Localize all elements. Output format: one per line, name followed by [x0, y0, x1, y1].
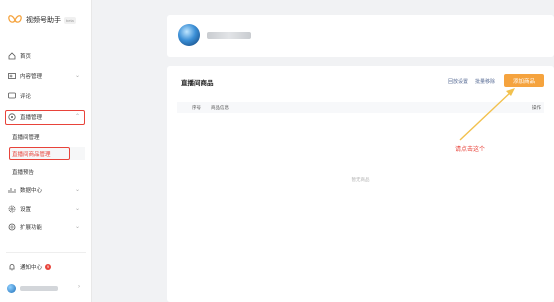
sidebar-subitem-live-room[interactable]: 直播间管理 [12, 131, 40, 142]
batch-remove-link[interactable]: 批量移除 [475, 78, 495, 85]
home-icon [7, 52, 16, 61]
sidebar-item-comments[interactable]: 评论 [7, 90, 85, 102]
live-products-card: 直播间商品 回放设置 批量移除 添加商品 序号 商品信息 操作 暂无商品 [167, 66, 554, 302]
sidebar-item-label: 数据中心 [20, 188, 43, 194]
extension-icon [7, 223, 16, 232]
chevron-down-icon: ⌄ [74, 187, 80, 193]
chart-icon [7, 186, 16, 195]
live-menu-highlight-box [5, 110, 85, 125]
image-icon [7, 72, 16, 81]
sidebar-item-label: 通知中心 [20, 265, 43, 271]
replay-settings-link[interactable]: 回放设置 [448, 78, 468, 85]
app-logo-row[interactable]: 视频号助手 beta [8, 14, 76, 26]
notification-badge: 9 [45, 264, 52, 270]
sidebar-item-label: 首页 [20, 54, 32, 60]
chevron-down-icon: ⌄ [74, 73, 80, 79]
sidebar-item-data[interactable]: 数据中心 ⌄ [7, 184, 85, 196]
sidebar-item-notifications[interactable]: 通知中心 9 [7, 261, 85, 273]
column-header-actions: 操作 [532, 105, 541, 110]
sidebar-item-content[interactable]: 内容管理 ⌄ [7, 70, 85, 82]
sidebar-divider [6, 252, 86, 253]
beta-tag: beta [64, 16, 76, 24]
add-product-button[interactable]: 添加商品 [504, 74, 544, 87]
annotation-text: 请点击这个 [455, 147, 486, 153]
sidebar-item-settings[interactable]: 设置 ⌄ [7, 203, 85, 215]
empty-state-text: 暂无商品 [351, 177, 370, 182]
butterfly-logo-icon [8, 15, 22, 23]
sidebar-item-label: 设置 [20, 207, 32, 213]
account-name-blurred [20, 285, 58, 291]
products-menu-highlight-box [9, 147, 70, 160]
profile-card [167, 15, 554, 57]
avatar [7, 283, 16, 293]
sidebar-item-label: 扩展功能 [20, 225, 43, 231]
page-title: 直播间商品 [181, 80, 214, 87]
sidebar-item-label: 评论 [20, 94, 32, 100]
chevron-right-icon: › [78, 284, 80, 290]
table-header: 序号 商品信息 操作 [177, 102, 544, 113]
account-name-blurred [207, 32, 251, 39]
bell-icon [7, 263, 16, 272]
gear-icon [7, 205, 16, 214]
sidebar-subitem-live-preview[interactable]: 直播预告 [12, 166, 34, 177]
sidebar-item-extensions[interactable]: 扩展功能 ⌄ [7, 221, 85, 233]
sidebar-item-home[interactable]: 首页 [7, 50, 85, 62]
sidebar-item-label: 内容管理 [20, 74, 43, 80]
sidebar: 视频号助手 beta 首页 内容管理 ⌄ 评论 直播管理 ⌃ 直播间管理 直播间… [0, 0, 92, 302]
column-header-product: 商品信息 [211, 105, 229, 110]
avatar[interactable] [178, 24, 200, 46]
column-header-index: 序号 [192, 105, 201, 110]
app-name: 视频号助手 [26, 17, 61, 24]
subitem-label: 直播预告 [12, 169, 35, 176]
chevron-down-icon: ⌄ [74, 206, 80, 212]
chevron-down-icon: ⌄ [74, 224, 80, 230]
comment-icon [7, 92, 16, 101]
subitem-label: 直播间管理 [12, 134, 40, 141]
account-switcher[interactable]: › [7, 282, 85, 294]
